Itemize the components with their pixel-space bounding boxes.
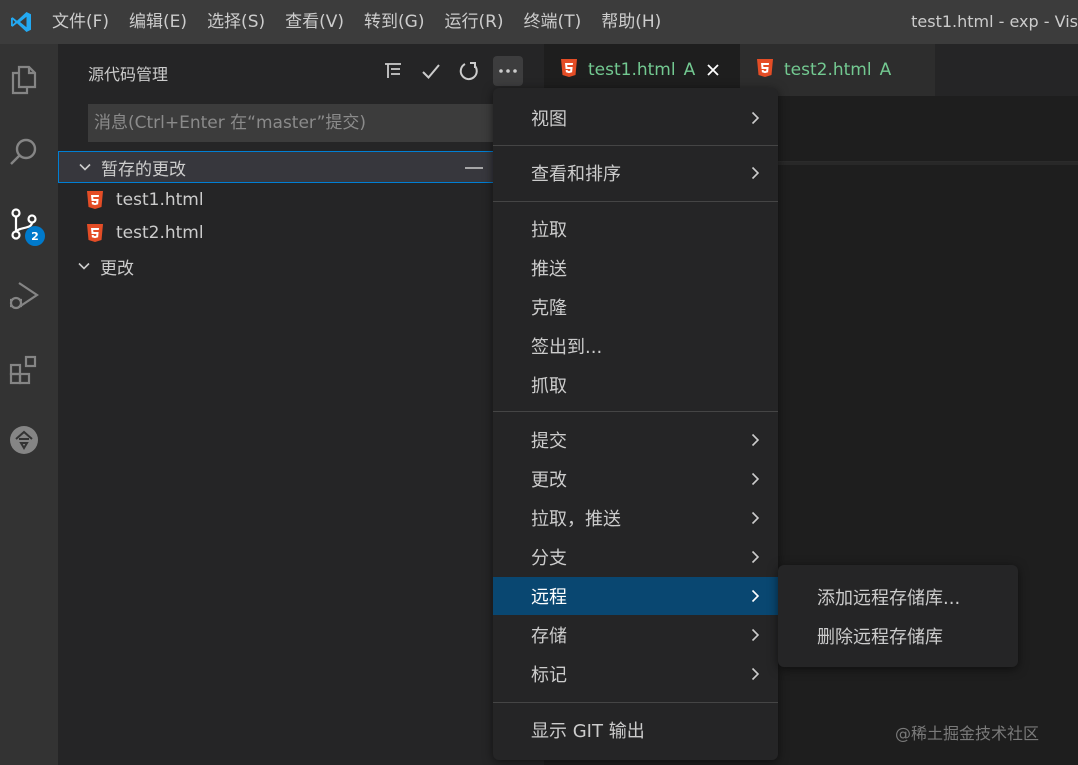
menu-item-label: 克隆 xyxy=(531,298,567,319)
chevron-right-icon xyxy=(747,666,763,682)
window-title: test1.html - exp - Vis xyxy=(911,12,1078,31)
html5-icon xyxy=(86,190,104,210)
menu-item-label: 分支 xyxy=(531,548,567,569)
changes-group-label: 更改 xyxy=(100,258,134,279)
more-icon[interactable] xyxy=(493,56,523,86)
menu-bar: 文件(F) 编辑(E) 选择(S) 查看(V) 转到(G) 运行(R) 终端(T… xyxy=(42,0,671,44)
chevron-right-icon xyxy=(747,110,763,126)
menu-item-clone[interactable]: 克隆 xyxy=(493,288,778,326)
watermark: @稀土掘金技术社区 xyxy=(895,724,1040,743)
vscode-logo-icon xyxy=(2,0,40,44)
menu-file[interactable]: 文件(F) xyxy=(42,0,119,44)
staged-group-label: 暂存的更改 xyxy=(101,159,186,180)
tree-view-icon[interactable] xyxy=(378,56,408,86)
menu-item-label: 签出到... xyxy=(531,337,603,358)
chevron-right-icon xyxy=(747,549,763,565)
menu-item-label: 显示 GIT 输出 xyxy=(531,721,645,742)
menu-item-label: 远程 xyxy=(531,587,567,608)
chevron-down-icon xyxy=(76,258,92,274)
menu-item-label: 视图 xyxy=(531,109,567,130)
menu-item-fetch[interactable]: 抓取 xyxy=(493,366,778,404)
menu-item-tags[interactable]: 标记 xyxy=(493,655,778,693)
added-decoration: A xyxy=(879,60,892,80)
activity-bar: 2 xyxy=(0,44,58,765)
tab-label: test1.html xyxy=(588,60,676,80)
menu-item-label: 查看和排序 xyxy=(531,164,621,185)
scm-more-actions-menu: 视图 查看和排序 拉取 推送 克隆 签出到... 抓取 提交 更改 拉取，推送 … xyxy=(493,88,778,760)
menu-edit[interactable]: 编辑(E) xyxy=(119,0,197,44)
staged-file-row[interactable]: test2.html xyxy=(58,217,544,249)
account-icon[interactable] xyxy=(0,416,48,464)
close-icon[interactable] xyxy=(705,62,721,78)
menu-item-branch[interactable]: 分支 xyxy=(493,538,778,576)
menu-item-label: 提交 xyxy=(531,431,567,452)
menu-terminal[interactable]: 终端(T) xyxy=(514,0,592,44)
menu-item-pull[interactable]: 拉取 xyxy=(493,210,778,248)
menu-item-changes[interactable]: 更改 xyxy=(493,460,778,498)
commit-message-input[interactable] xyxy=(88,104,502,142)
menu-item-label: 删除远程存储库 xyxy=(817,627,943,648)
chevron-right-icon xyxy=(747,510,763,526)
staged-changes-group[interactable]: 暂存的更改 xyxy=(58,151,544,183)
menu-item-remote[interactable]: 远程 xyxy=(493,577,778,615)
menu-separator xyxy=(493,201,778,202)
menu-help[interactable]: 帮助(H) xyxy=(591,0,671,44)
menu-item-label: 添加远程存储库... xyxy=(817,588,961,609)
remote-submenu: 添加远程存储库... 删除远程存储库 xyxy=(778,565,1018,667)
menu-item-add-remote[interactable]: 添加远程存储库... xyxy=(778,578,1018,616)
run-debug-icon[interactable] xyxy=(0,272,48,320)
staged-file-row[interactable]: test1.html xyxy=(58,184,544,216)
menu-item-remove-remote[interactable]: 删除远程存储库 xyxy=(778,617,1018,655)
html5-icon xyxy=(756,58,774,83)
chevron-right-icon xyxy=(747,471,763,487)
scm-title: 源代码管理 xyxy=(88,65,169,84)
title-bar: 文件(F) 编辑(E) 选择(S) 查看(V) 转到(G) 运行(R) 终端(T… xyxy=(0,0,1078,44)
menu-item-commit[interactable]: 提交 xyxy=(493,421,778,459)
menu-selection[interactable]: 选择(S) xyxy=(197,0,275,44)
menu-item-label: 推送 xyxy=(531,259,567,280)
menu-item-view[interactable]: 视图 xyxy=(493,99,778,137)
html5-icon xyxy=(560,58,578,83)
refresh-icon[interactable] xyxy=(454,56,484,86)
menu-item-label: 抓取 xyxy=(531,376,567,397)
menu-item-label: 更改 xyxy=(531,470,567,491)
search-icon[interactable] xyxy=(0,128,48,176)
menu-item-stash[interactable]: 存储 xyxy=(493,616,778,654)
check-icon[interactable] xyxy=(416,56,446,86)
menu-item-pull-push[interactable]: 拉取，推送 xyxy=(493,499,778,537)
html5-icon xyxy=(86,223,104,243)
menu-item-label: 存储 xyxy=(531,626,567,647)
menu-view[interactable]: 查看(V) xyxy=(275,0,354,44)
chevron-right-icon xyxy=(747,588,763,604)
explorer-icon[interactable] xyxy=(0,56,48,104)
file-name: test2.html xyxy=(116,223,204,243)
scm-badge: 2 xyxy=(25,226,45,246)
scm-sidebar: 源代码管理 暂存的更改 xyxy=(58,44,544,765)
menu-go[interactable]: 转到(G) xyxy=(354,0,434,44)
menu-separator xyxy=(493,411,778,412)
menu-run[interactable]: 运行(R) xyxy=(434,0,513,44)
added-decoration: A xyxy=(683,60,696,80)
chevron-right-icon xyxy=(747,432,763,448)
menu-separator xyxy=(493,145,778,146)
chevron-down-icon xyxy=(77,159,93,175)
changes-group[interactable]: 更改 xyxy=(58,250,544,282)
scm-header: 源代码管理 xyxy=(58,44,544,98)
menu-item-label: 标记 xyxy=(531,665,567,686)
chevron-right-icon xyxy=(747,627,763,643)
menu-item-label: 拉取，推送 xyxy=(531,509,621,530)
menu-item-label: 拉取 xyxy=(531,220,567,241)
menu-item-show-git-output[interactable]: 显示 GIT 输出 xyxy=(493,711,778,749)
menu-item-view-sort[interactable]: 查看和排序 xyxy=(493,154,778,192)
menu-separator xyxy=(493,702,778,703)
tab-label: test2.html xyxy=(784,60,872,80)
file-name: test1.html xyxy=(116,190,204,210)
menu-item-checkout[interactable]: 签出到... xyxy=(493,327,778,365)
extensions-icon[interactable] xyxy=(0,344,48,392)
chevron-right-icon xyxy=(747,165,763,181)
unstage-all-icon[interactable] xyxy=(463,158,485,178)
menu-item-push[interactable]: 推送 xyxy=(493,249,778,287)
